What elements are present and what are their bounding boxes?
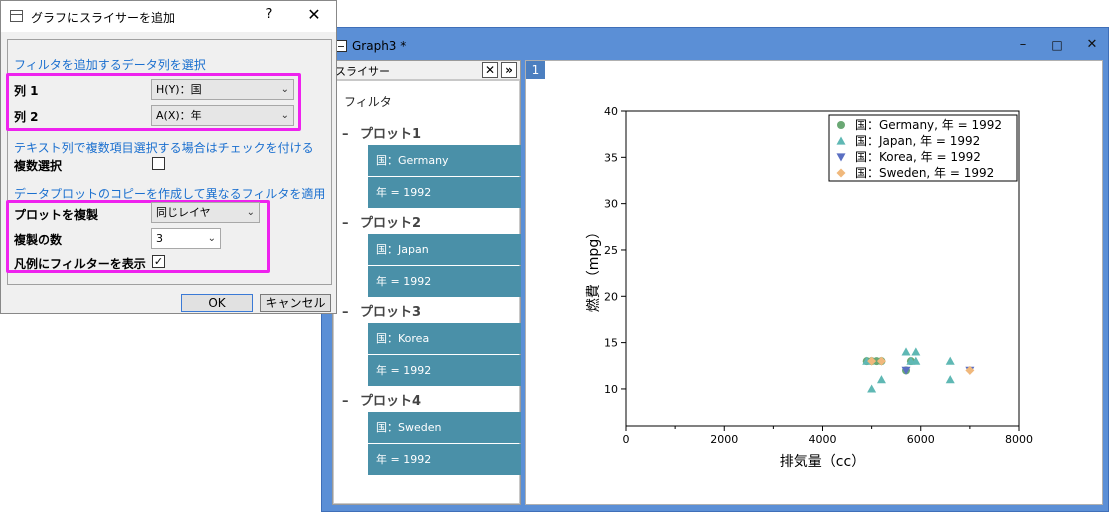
y-axis-title: 燃費（mpg） [585, 225, 602, 312]
dialog-app-icon [10, 10, 23, 22]
data-point-series-2 [876, 375, 886, 384]
dialog-close-button[interactable]: ✕ [301, 5, 327, 24]
filter-chip-year[interactable]: 年 = 1992 [368, 266, 521, 297]
data-point-series-2 [901, 347, 911, 356]
column1-label: 列 1 [14, 84, 39, 98]
x-tick-label: 8000 [1005, 433, 1033, 446]
filter-chip-country[interactable]: 国：Korea [368, 323, 521, 354]
duplicate-plot-label: プロットを複製 [14, 208, 99, 222]
duplicate-plot-select[interactable]: 同じレイヤ ⌄ [151, 202, 260, 223]
data-point-series-2 [945, 356, 955, 365]
filter-chip-country[interactable]: 国：Japan [368, 234, 521, 265]
filter-chip-year[interactable]: 年 = 1992 [368, 355, 521, 386]
x-tick-label: 0 [623, 433, 630, 446]
add-slicer-dialog: グラフにスライサーを追加 ? ✕ フィルタを追加するデータ列を選択 列 1 H(… [0, 0, 337, 314]
x-tick-label: 4000 [809, 433, 837, 446]
legend-marker-1 [837, 121, 845, 129]
slicer-body: フィルタ – プロット1 国：Germany 年 = 1992 – プロット2 国：… [333, 80, 521, 504]
slicer-title: スライサー [335, 65, 390, 78]
duplicate-count-label: 複製の数 [14, 233, 63, 247]
legend-entry-4: 国：Sweden, 年 = 1992 [855, 166, 994, 180]
chevron-down-icon: ⌄ [280, 110, 289, 121]
cancel-button[interactable]: キャンセル [260, 294, 331, 312]
close-graph-button[interactable]: ✕ [1081, 35, 1103, 55]
slicer-expand-icon[interactable]: » [501, 62, 517, 78]
filter-label: フィルタ [344, 95, 392, 109]
slicer-panel: スライサー ✕ » フィルタ – プロット1 国：Germany 年 = 1992… [332, 60, 521, 505]
graph-title: Graph3 * [352, 39, 407, 53]
filter-chip-country[interactable]: 国：Germany [368, 145, 521, 176]
data-point-series-2 [945, 375, 955, 384]
plot-name: プロット2 [360, 216, 422, 231]
plot-name: プロット1 [360, 127, 422, 142]
legend-entry-1: 国：Germany, 年 = 1992 [855, 118, 1002, 132]
dialog-title: グラフにスライサーを追加 [31, 11, 176, 25]
multi-select-label: 複数選択 [14, 159, 63, 173]
y-tick-label: 25 [604, 244, 618, 257]
help-button[interactable]: ? [259, 7, 279, 22]
column1-select[interactable]: H(Y)：国 ⌄ [151, 79, 294, 100]
data-point-series-2 [867, 384, 877, 393]
y-tick-label: 10 [604, 383, 618, 396]
plot-name: プロット4 [360, 394, 422, 409]
legend-filter-checkbox[interactable]: ✓ [152, 255, 165, 268]
y-tick-label: 30 [604, 198, 618, 211]
dialog-titlebar[interactable]: グラフにスライサーを追加 ? ✕ [1, 1, 336, 32]
multi-select-checkbox[interactable] [152, 157, 165, 170]
plot-group-3[interactable]: – プロット3 [342, 301, 421, 320]
plot-name: プロット3 [360, 305, 422, 320]
plot-group-1[interactable]: – プロット1 [342, 123, 421, 142]
y-tick-label: 40 [604, 105, 618, 118]
minimize-button[interactable]: – [1012, 35, 1034, 55]
plot-group-2[interactable]: – プロット2 [342, 212, 421, 231]
maximize-button[interactable]: □ [1046, 35, 1068, 55]
column2-label: 列 2 [14, 110, 39, 124]
column1-value: H(Y)：国 [156, 83, 202, 96]
legend-filter-label: 凡例にフィルターを表示 [14, 257, 146, 271]
legend-entry-3: 国：Korea, 年 = 1992 [855, 150, 981, 164]
column2-select[interactable]: A(X)：年 ⌄ [151, 105, 294, 126]
chevron-down-icon: ⌄ [246, 207, 255, 218]
y-tick-label: 20 [604, 290, 618, 303]
y-tick-label: 15 [604, 337, 618, 350]
legend-entry-2: 国：Japan, 年 = 1992 [855, 134, 980, 148]
chevron-down-icon: ⌄ [207, 233, 216, 244]
duplicate-count-select[interactable]: 3 ⌄ [151, 228, 221, 249]
chevron-down-icon: ⌄ [280, 84, 289, 95]
x-tick-label: 6000 [907, 433, 935, 446]
filter-chip-year[interactable]: 年 = 1992 [368, 177, 521, 208]
duplicate-count-value: 3 [156, 232, 163, 245]
slicer-close-icon[interactable]: ✕ [482, 62, 498, 78]
filter-chip-country[interactable]: 国：Sweden [368, 412, 521, 443]
x-tick-label: 2000 [710, 433, 738, 446]
data-point-series-2 [911, 347, 921, 356]
ok-button[interactable]: OK [181, 294, 253, 312]
duplicate-plot-value: 同じレイヤ [156, 206, 211, 219]
filter-chip-year[interactable]: 年 = 1992 [368, 444, 521, 475]
slicer-header: スライサー ✕ » [333, 61, 520, 80]
y-tick-label: 35 [604, 151, 618, 164]
scatter-chart: 0 2000 4000 6000 8000 10 15 20 25 30 35 40 排気量（cc） 燃費… [585, 105, 1033, 470]
x-axis-title: 排気量（cc） [780, 454, 865, 470]
column2-value: A(X)：年 [156, 109, 202, 122]
graph-titlebar[interactable]: Graph3 * – □ ✕ [322, 28, 1108, 62]
section-select-columns: フィルタを追加するデータ列を選択 [14, 58, 206, 72]
section-multi-select: テキスト列で複数項目選択する場合はチェックを付ける [14, 141, 314, 155]
plot-group-4[interactable]: – プロット4 [342, 390, 421, 409]
